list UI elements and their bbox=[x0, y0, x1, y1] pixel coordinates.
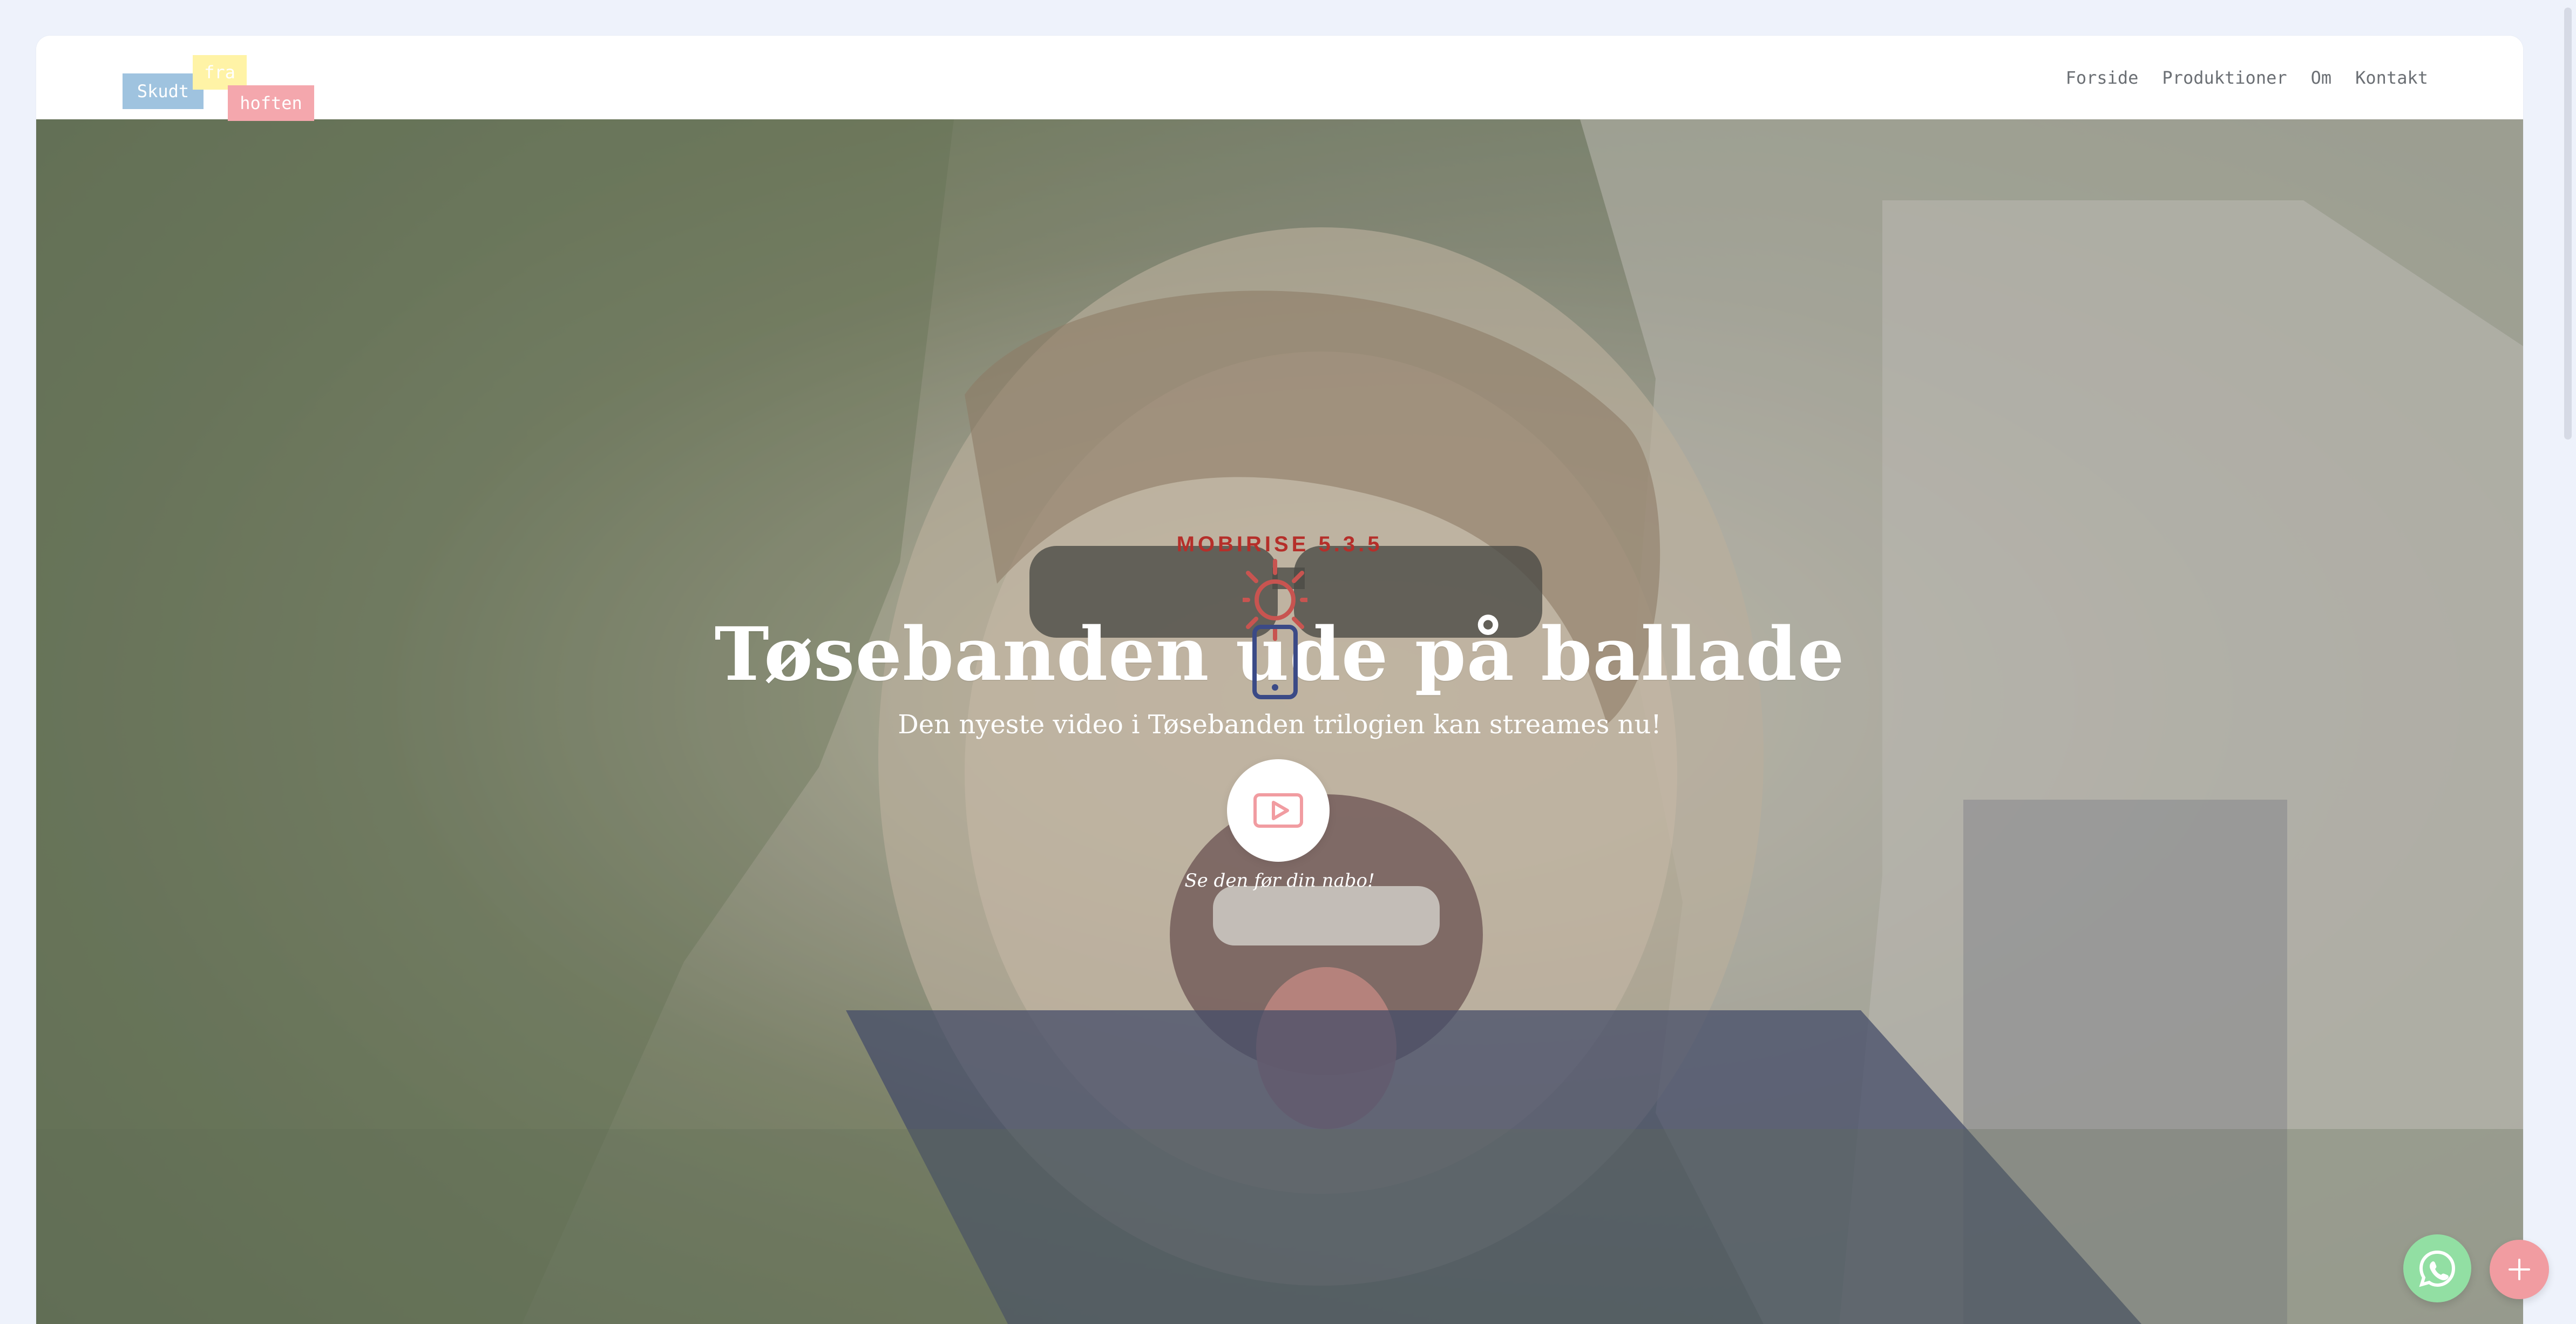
nav-item-forside[interactable]: Forside bbox=[2066, 67, 2139, 88]
main-navigation: Forside Produktioner Om Kontakt bbox=[2066, 36, 2428, 119]
nav-item-om[interactable]: Om bbox=[2311, 67, 2332, 88]
play-video-button[interactable] bbox=[1227, 759, 1330, 862]
nav-item-kontakt[interactable]: Kontakt bbox=[2355, 67, 2428, 88]
hero-section: MOBIRISE 5.3.5 Tøsebanden ude på ballade… bbox=[36, 119, 2523, 1324]
play-icon bbox=[1253, 793, 1303, 828]
brand-word-2: fra bbox=[193, 55, 247, 90]
plus-icon bbox=[2509, 1259, 2530, 1280]
brand-logo[interactable]: Skudt fra hoften bbox=[123, 45, 328, 121]
hero-subtitle: Den nyeste video i Tøsebanden trilogien … bbox=[898, 710, 1662, 740]
nav-item-produktioner[interactable]: Produktioner bbox=[2162, 67, 2287, 88]
whatsapp-icon bbox=[2419, 1250, 2456, 1287]
hero-kicker: MOBIRISE 5.3.5 bbox=[1176, 532, 1383, 556]
brand-word-1: Skudt bbox=[123, 73, 204, 109]
hero-content: MOBIRISE 5.3.5 Tøsebanden ude på ballade… bbox=[36, 119, 2523, 1324]
brand-word-3: hoften bbox=[228, 85, 314, 121]
navbar: Skudt fra hoften Forside Produktioner Om… bbox=[36, 36, 2523, 121]
whatsapp-button[interactable] bbox=[2403, 1234, 2471, 1302]
scrollbar-thumb[interactable] bbox=[2564, 8, 2572, 440]
page-scrollbar[interactable] bbox=[2560, 0, 2576, 1324]
page-frame: Skudt fra hoften Forside Produktioner Om… bbox=[36, 36, 2523, 1324]
play-caption: Se den før din nabo! bbox=[1184, 870, 1375, 891]
plus-button[interactable] bbox=[2490, 1240, 2549, 1299]
hero-title: Tøsebanden ude på ballade bbox=[714, 611, 1845, 698]
